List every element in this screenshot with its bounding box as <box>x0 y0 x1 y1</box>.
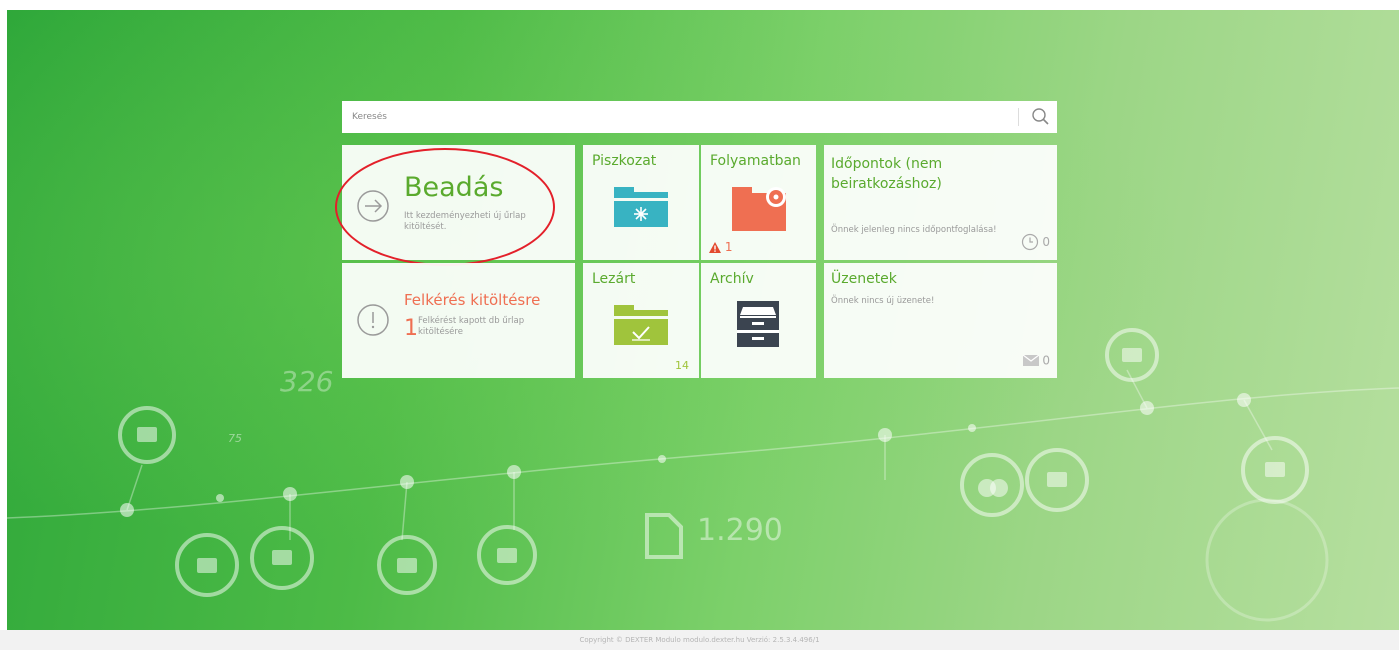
tile-idopontok-title: Időpontok (nem beiratkozáshoz) <box>831 156 943 192</box>
tile-uzenetek-count: 0 <box>1042 353 1050 368</box>
search-input[interactable] <box>342 101 1018 133</box>
search-divider <box>1018 108 1019 126</box>
tile-archiv[interactable]: Archív <box>701 263 816 378</box>
tile-idopontok-meta: 0 <box>1021 233 1050 251</box>
envelope-icon <box>1022 354 1039 366</box>
tile-archiv-title: Archív <box>710 271 754 287</box>
tile-felkeres-title: Felkérés kitöltésre <box>404 291 541 309</box>
closed-folder-icon <box>614 305 668 349</box>
tile-lezart[interactable]: Lezárt 14 <box>583 263 699 378</box>
tile-uzenetek-meta: 0 <box>1022 353 1050 368</box>
search-button[interactable] <box>1024 101 1057 133</box>
arrow-right-circle-icon <box>356 189 390 227</box>
warning-triangle-icon <box>709 242 721 253</box>
search-icon <box>1032 108 1049 125</box>
tile-lezart-count: 14 <box>675 359 689 372</box>
exclamation-circle-icon <box>356 303 390 341</box>
draft-folder-icon <box>614 187 668 231</box>
tile-piszkozat-title: Piszkozat <box>592 153 657 169</box>
tile-uzenetek-title: Üzenetek <box>831 271 897 287</box>
tile-lezart-title: Lezárt <box>592 271 636 287</box>
clock-icon <box>1021 233 1038 251</box>
footer: Copyright © DEXTER Modulo modulo.dexter.… <box>0 630 1399 650</box>
tile-piszkozat[interactable]: Piszkozat <box>583 145 699 260</box>
tile-uzenetek[interactable]: Üzenetek Önnek nincs új üzenete! 0 <box>824 263 1057 378</box>
search-bar <box>342 101 1057 133</box>
tile-idopontok-count: 0 <box>1042 235 1050 249</box>
footer-copyright: Copyright © DEXTER Modulo modulo.dexter.… <box>579 636 820 644</box>
archive-cabinet-icon <box>737 301 779 351</box>
tile-beadas-title: Beadás <box>404 172 504 203</box>
tile-felkeres-count: 1 <box>404 316 418 341</box>
tile-folyamatban-warning: 1 <box>709 240 732 254</box>
tile-folyamatban-warning-count: 1 <box>724 240 733 254</box>
background-number-75: 75 <box>228 432 242 445</box>
tile-uzenetek-subtitle: Önnek nincs új üzenete! <box>831 296 935 306</box>
background-number-326: 326 <box>280 365 334 398</box>
in-progress-folder-icon <box>732 187 788 235</box>
tile-felkeres-subtitle: Felkérést kapott db űrlap kitöltésére <box>418 316 525 337</box>
tile-beadas-subtitle: Itt kezdeményezheti új űrlap kitöltését. <box>404 211 526 232</box>
background-number-1290: 1.290 <box>697 513 783 548</box>
tile-folyamatban-title: Folyamatban <box>710 153 801 169</box>
tile-beadas[interactable]: Beadás Itt kezdeményezheti új űrlap kitö… <box>342 145 575 260</box>
tile-felkeres[interactable]: Felkérés kitöltésre 1 Felkérést kapott d… <box>342 263 575 378</box>
tile-folyamatban[interactable]: Folyamatban 1 <box>701 145 816 260</box>
tile-idopontok[interactable]: Időpontok (nem beiratkozáshoz) Önnek jel… <box>824 145 1057 260</box>
